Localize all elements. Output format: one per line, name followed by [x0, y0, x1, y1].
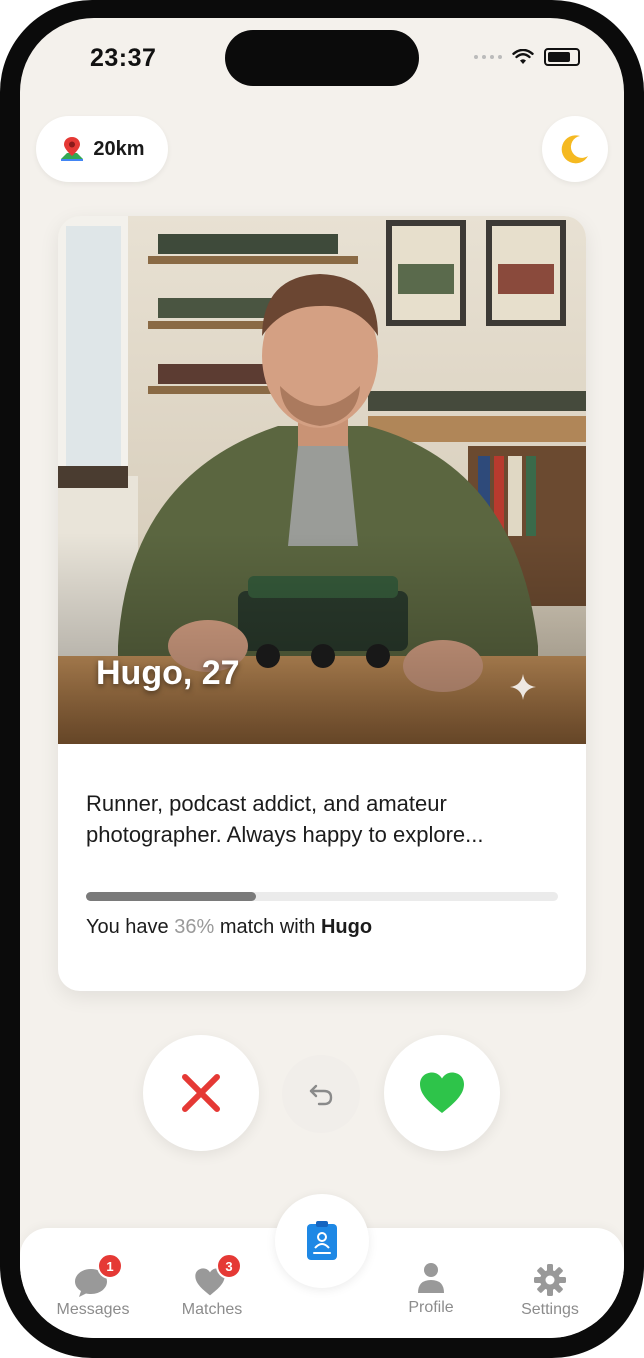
match-progress-bar — [86, 892, 558, 901]
matches-badge: 3 — [216, 1253, 242, 1279]
heart-icon — [420, 1072, 464, 1113]
undo-icon — [309, 1084, 333, 1106]
match-middle: match with — [214, 916, 321, 938]
tab-profile-label: Profile — [408, 1299, 454, 1316]
pass-button[interactable] — [143, 1035, 259, 1151]
profile-card[interactable]: Hugo, 27 Runner, podcast addict, and ama… — [58, 216, 586, 991]
tab-settings[interactable]: Settings — [495, 1263, 605, 1319]
person-icon — [418, 1263, 444, 1293]
phone-frame: 23:37 20km Hugo, 27 Runner, podcast addi… — [0, 0, 644, 1358]
signal-dots-icon — [474, 55, 502, 59]
wifi-icon — [512, 49, 534, 64]
matches-icon-wrap: 3 — [192, 1253, 242, 1297]
tab-profile[interactable]: Profile — [376, 1261, 486, 1317]
close-icon — [182, 1074, 220, 1112]
distance-filter-button[interactable]: 20km — [36, 116, 168, 182]
undo-button[interactable] — [282, 1055, 360, 1133]
messages-icon-wrap: 1 — [73, 1253, 123, 1297]
profile-bio: Runner, podcast addict, and amateur phot… — [86, 791, 484, 847]
tab-matches-label: Matches — [181, 1301, 243, 1318]
profile-name-age: Hugo, 27 — [96, 654, 240, 692]
match-progress-fill — [86, 892, 256, 901]
messages-badge: 1 — [97, 1253, 123, 1279]
theme-toggle-button[interactable] — [542, 116, 608, 182]
battery-icon — [544, 48, 580, 66]
status-time: 23:37 — [90, 44, 157, 72]
match-prefix: You have — [86, 916, 175, 938]
dynamic-island — [225, 30, 419, 86]
map-pin-icon — [61, 137, 84, 161]
app-screen: 23:37 20km Hugo, 27 Runner, podcast addi… — [20, 18, 624, 1338]
moon-icon — [561, 135, 588, 164]
like-button[interactable] — [384, 1035, 500, 1151]
match-name: Hugo — [320, 916, 373, 938]
tab-settings-label: Settings — [521, 1301, 579, 1318]
tab-messages[interactable]: 1 Messages — [38, 1253, 148, 1319]
match-percent: 36% — [174, 916, 215, 938]
status-icons — [474, 48, 580, 66]
sparkle-icon — [510, 674, 536, 700]
center-profile-card-button[interactable] — [275, 1194, 369, 1288]
profile-card-icon — [307, 1221, 337, 1260]
distance-label: 20km — [93, 137, 145, 160]
tab-matches[interactable]: 3 Matches — [157, 1253, 267, 1319]
gear-icon — [534, 1264, 566, 1296]
tab-messages-label: Messages — [56, 1301, 130, 1318]
match-summary: You have 36% match with Hugo — [86, 916, 372, 939]
